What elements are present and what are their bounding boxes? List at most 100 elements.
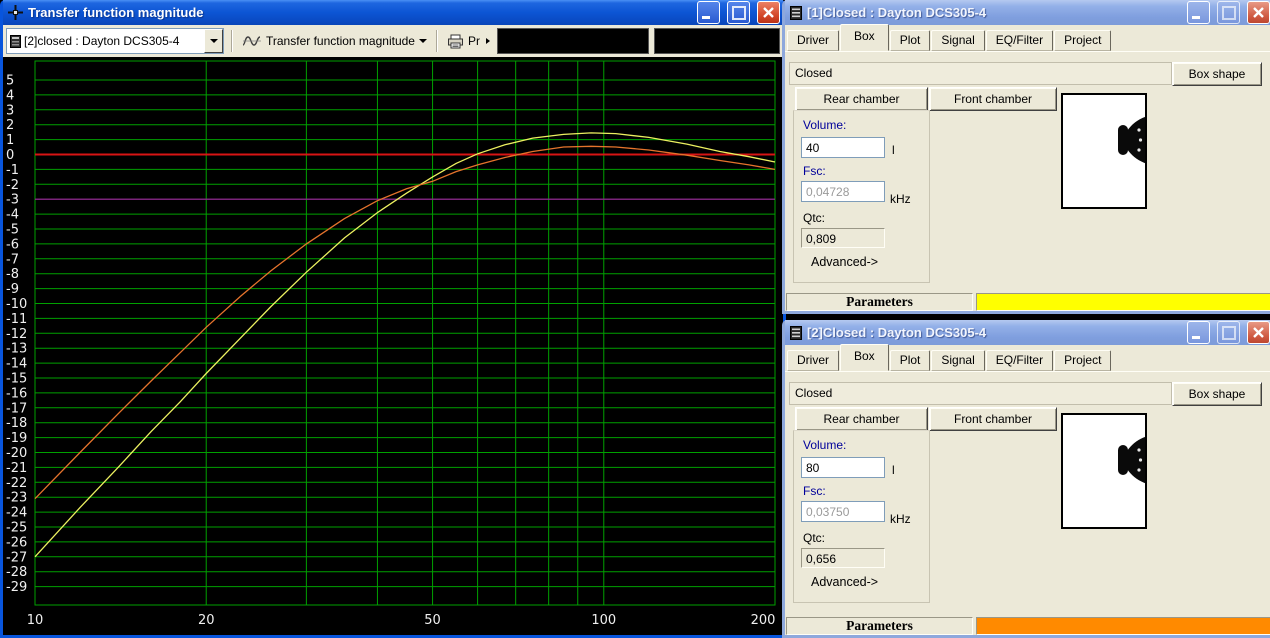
box-shape-button[interactable]: Box shape <box>1172 382 1262 406</box>
box-shape-button[interactable]: Box shape <box>1172 62 1262 86</box>
param-window-2-title: [2]Closed : Dayton DCS305-4 <box>807 325 1180 340</box>
tab-box[interactable]: Box <box>840 24 889 51</box>
volume-unit: l <box>892 463 895 477</box>
volume-input[interactable] <box>801 137 885 158</box>
plot-type-combo[interactable]: Transfer function magnitude <box>240 29 429 53</box>
curve-color-swatch <box>976 293 1270 311</box>
svg-text:2: 2 <box>6 118 14 133</box>
qtc-value-field: 0,656 <box>801 548 885 568</box>
tab-driver[interactable]: Driver <box>787 30 839 51</box>
qtc-label: Qtc: <box>803 211 825 225</box>
svg-text:-1: -1 <box>6 163 19 178</box>
param-window-1: [1]Closed : Dayton DCS305-4 Driver Box P… <box>782 0 1270 314</box>
param-window-1-title: [1]Closed : Dayton DCS305-4 <box>807 5 1180 20</box>
close-button[interactable] <box>757 1 780 24</box>
svg-text:-18: -18 <box>6 416 27 431</box>
status-parameters-label: Parameters <box>786 293 973 311</box>
document-icon <box>790 326 802 340</box>
svg-text:-20: -20 <box>6 446 27 461</box>
tab-bar: Driver Box Plot Signal EQ/Filter Project <box>785 25 1270 51</box>
rear-chamber-tab[interactable]: Rear chamber <box>795 407 928 431</box>
svg-text:-29: -29 <box>6 580 27 595</box>
maximize-button[interactable] <box>1217 1 1240 24</box>
status-parameters-label: Parameters <box>786 617 973 635</box>
toolbar-separator <box>436 30 438 52</box>
svg-text:-21: -21 <box>6 461 27 476</box>
svg-text:-15: -15 <box>6 372 27 387</box>
svg-text:100: 100 <box>591 613 616 628</box>
svg-text:-4: -4 <box>6 208 19 223</box>
svg-text:-17: -17 <box>6 401 27 416</box>
minimize-button[interactable] <box>1187 321 1210 344</box>
advanced-link[interactable]: Advanced-> <box>811 575 878 589</box>
svg-text:-14: -14 <box>6 357 27 372</box>
plot-window: Transfer function magnitude [2]closed : … <box>0 0 786 638</box>
chevron-down-icon <box>210 39 218 43</box>
svg-text:-5: -5 <box>6 223 19 238</box>
project-combo[interactable]: [2]closed : Dayton DCS305-4 <box>6 28 224 54</box>
tab-eq-filter[interactable]: EQ/Filter <box>986 30 1053 51</box>
plot-window-titlebar[interactable]: Transfer function magnitude <box>3 0 783 25</box>
svg-text:-24: -24 <box>6 506 27 521</box>
tab-project[interactable]: Project <box>1054 350 1111 371</box>
curve-color-swatch <box>976 617 1270 635</box>
tab-box[interactable]: Box <box>840 344 889 371</box>
transfer-plot: 543210-1-2-3-4-5-6-7-8-9-10-11-12-13-14-… <box>3 57 777 629</box>
maximize-button[interactable] <box>1217 321 1240 344</box>
front-chamber-tab[interactable]: Front chamber <box>929 87 1057 111</box>
box-tab-content: Closed Box shape Rear chamber Front cham… <box>785 371 1270 617</box>
qtc-value-field: 0,809 <box>801 228 885 248</box>
tab-eq-filter[interactable]: EQ/Filter <box>986 350 1053 371</box>
tab-driver[interactable]: Driver <box>787 350 839 371</box>
status-bar: Parameters <box>785 293 1270 311</box>
desktop: { "plot_window": { "title": "Transfer fu… <box>0 0 1270 635</box>
svg-text:200: 200 <box>751 613 776 628</box>
front-chamber-tab[interactable]: Front chamber <box>929 407 1057 431</box>
svg-text:10: 10 <box>27 613 44 628</box>
tab-signal[interactable]: Signal <box>931 350 984 371</box>
svg-text:-28: -28 <box>6 565 27 580</box>
svg-text:-3: -3 <box>6 193 19 208</box>
volume-input[interactable] <box>801 457 885 478</box>
box-shape-preview <box>1061 93 1147 209</box>
svg-text:1: 1 <box>6 133 14 148</box>
minimize-button[interactable] <box>697 1 720 24</box>
tab-project[interactable]: Project <box>1054 30 1111 51</box>
param-window-2: [2]Closed : Dayton DCS305-4 Driver Box P… <box>782 320 1270 638</box>
param-window-2-titlebar[interactable]: [2]Closed : Dayton DCS305-4 <box>785 320 1270 345</box>
box-type-field[interactable]: Closed <box>789 382 1172 405</box>
minimize-button[interactable] <box>1187 1 1210 24</box>
rear-chamber-tab[interactable]: Rear chamber <box>795 87 928 111</box>
status-bar: Parameters <box>785 617 1270 635</box>
svg-text:-22: -22 <box>6 476 27 491</box>
tab-plot[interactable]: Plot <box>890 30 931 51</box>
qtc-label: Qtc: <box>803 531 825 545</box>
plot-window-title: Transfer function magnitude <box>28 5 690 20</box>
tab-plot[interactable]: Plot <box>890 350 931 371</box>
driver-icon <box>1117 432 1147 488</box>
cursor-readout-1 <box>497 28 649 54</box>
plot-type-combo-value: Transfer function magnitude <box>266 34 415 48</box>
param-window-1-titlebar[interactable]: [1]Closed : Dayton DCS305-4 <box>785 0 1270 25</box>
print-button[interactable]: Pr <box>445 29 492 53</box>
close-button[interactable] <box>1247 1 1270 24</box>
box-shape-preview <box>1061 413 1147 529</box>
project-combo-dropdown[interactable] <box>204 29 223 53</box>
advanced-link[interactable]: Advanced-> <box>811 255 878 269</box>
svg-text:-12: -12 <box>6 327 27 342</box>
maximize-button[interactable] <box>727 1 750 24</box>
volume-label: Volume: <box>803 438 846 452</box>
svg-text:-2: -2 <box>6 178 19 193</box>
close-button[interactable] <box>1247 321 1270 344</box>
svg-text:-27: -27 <box>6 550 27 565</box>
tab-signal[interactable]: Signal <box>931 30 984 51</box>
box-type-field[interactable]: Closed <box>789 62 1172 85</box>
fsc-input <box>801 181 885 202</box>
fsc-input <box>801 501 885 522</box>
fsc-label: Fsc: <box>803 164 826 178</box>
svg-text:-19: -19 <box>6 431 27 446</box>
svg-text:-6: -6 <box>6 237 19 252</box>
fsc-label: Fsc: <box>803 484 826 498</box>
svg-text:-10: -10 <box>6 297 27 312</box>
svg-text:0: 0 <box>6 148 14 163</box>
